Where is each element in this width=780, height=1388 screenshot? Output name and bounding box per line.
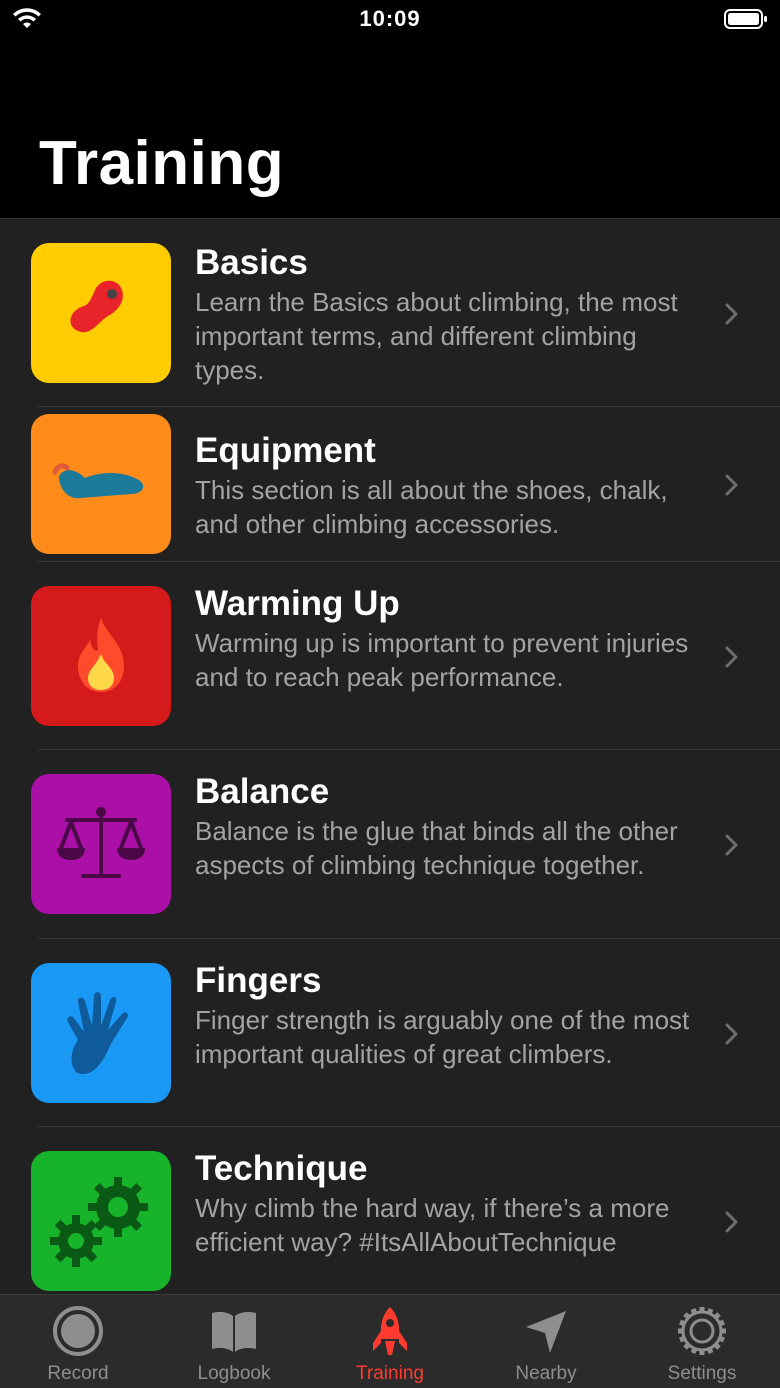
list-item-balance[interactable]: Balance Balance is the glue that binds a… <box>0 750 780 939</box>
record-icon <box>53 1306 103 1356</box>
chevron-right-icon <box>725 474 738 496</box>
item-title: Technique <box>195 1149 368 1188</box>
tab-record[interactable]: Record <box>0 1295 156 1388</box>
item-title: Basics <box>195 243 308 282</box>
flame-icon <box>31 586 171 726</box>
list-item-basics[interactable]: Basics Learn the Basics about climbing, … <box>0 219 780 407</box>
item-description: Finger strength is arguably one of the m… <box>195 1005 690 1069</box>
item-title: Warming Up <box>195 584 400 623</box>
chevron-right-icon <box>725 303 738 325</box>
location-arrow-icon <box>526 1311 566 1353</box>
tab-label: Nearby <box>515 1363 577 1384</box>
climbing-shoe-icon <box>31 414 171 554</box>
chevron-right-icon <box>725 1211 738 1233</box>
list-item-technique[interactable]: Technique Why climb the hard way, if the… <box>0 1127 780 1295</box>
tab-label: Settings <box>667 1363 737 1384</box>
tab-label: Logbook <box>197 1363 271 1384</box>
battery-icon <box>724 9 767 29</box>
book-icon <box>212 1312 256 1352</box>
chevron-right-icon <box>725 834 738 856</box>
status-time: 10:09 <box>359 6 421 31</box>
item-description: This section is all about the shoes, cha… <box>195 475 668 539</box>
tab-label: Training <box>356 1363 424 1384</box>
item-description: Balance is the glue that binds all the o… <box>195 816 678 880</box>
item-title: Fingers <box>195 961 322 1000</box>
list-item-fingers[interactable]: Fingers Finger strength is arguably one … <box>0 939 780 1127</box>
rocket-icon <box>373 1307 407 1355</box>
tab-label: Record <box>47 1363 109 1384</box>
tab-nearby[interactable]: Nearby <box>468 1295 624 1388</box>
climbing-hold-icon <box>31 243 171 383</box>
gears-icon <box>31 1151 171 1291</box>
tab-logbook[interactable]: Logbook <box>156 1295 312 1388</box>
item-description: Why climb the hard way, if there’s a mor… <box>195 1193 670 1257</box>
item-description: Learn the Basics about climbing, the mos… <box>195 287 678 385</box>
status-bar: 10:09 <box>0 0 780 40</box>
tab-bar: Record Logbook Training Nearby Settings <box>0 1294 780 1388</box>
list-item-warming-up[interactable]: Warming Up Warming up is important to pr… <box>0 562 780 750</box>
scales-icon <box>31 774 171 914</box>
chevron-right-icon <box>725 646 738 668</box>
training-list: Basics Learn the Basics about climbing, … <box>0 218 780 1295</box>
tab-training[interactable]: Training <box>312 1295 468 1388</box>
page-title: Training <box>39 129 285 198</box>
hand-icon <box>31 963 171 1103</box>
tab-settings[interactable]: Settings <box>624 1295 780 1388</box>
item-title: Balance <box>195 772 330 811</box>
chevron-right-icon <box>725 1023 738 1045</box>
gear-icon <box>678 1307 726 1355</box>
list-item-equipment[interactable]: Equipment This section is all about the … <box>0 407 780 562</box>
item-title: Equipment <box>195 431 376 470</box>
item-description: Warming up is important to prevent injur… <box>195 628 689 692</box>
